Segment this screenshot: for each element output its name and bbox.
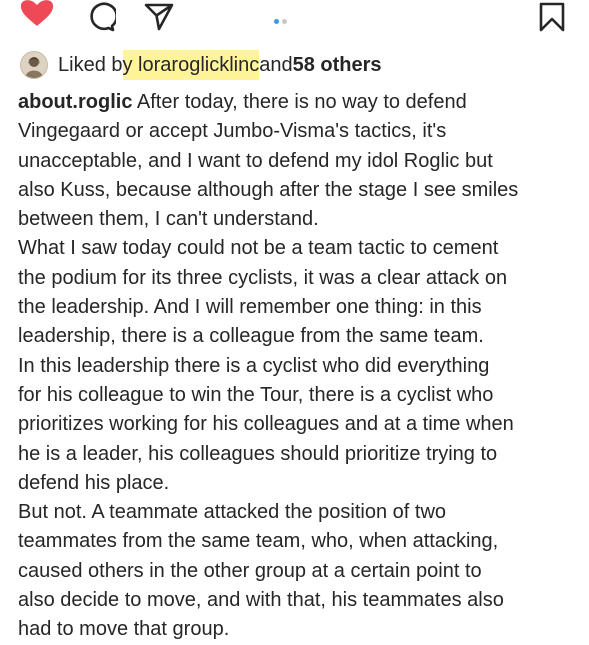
liker-avatar[interactable]	[20, 51, 48, 79]
caption-line: prioritizes working for his colleagues a…	[18, 413, 514, 436]
carousel-dot	[282, 19, 287, 24]
others-count-link[interactable]: 58 others	[293, 50, 382, 80]
post-caption: about.roglic After today, there is no wa…	[18, 88, 583, 645]
bookmark-icon[interactable]	[538, 2, 566, 32]
caption-line: also decide to move, and with that, his …	[18, 589, 504, 612]
caption-line: caused others in the other group at a ce…	[18, 559, 482, 582]
caption-line: he is a leader, his colleagues should pr…	[18, 442, 498, 465]
liker-username[interactable]: y loraroglicklinc	[122, 50, 260, 80]
caption-line: also Kuss, because although after the st…	[18, 178, 519, 201]
caption-text: After today, there is no way to defend	[132, 91, 467, 113]
caption-username[interactable]: about.roglic	[18, 91, 132, 113]
liked-by-joiner: and	[259, 54, 293, 76]
caption-line: the podium for its three cyclists, it wa…	[18, 266, 508, 289]
post-action-bar	[0, 0, 589, 34]
carousel-indicator	[274, 11, 290, 24]
caption-line: Vingegaard or accept Jumbo-Visma's tacti…	[18, 120, 447, 143]
comment-icon[interactable]	[86, 2, 116, 32]
caption-line: In this leadership there is a cyclist wh…	[18, 354, 490, 377]
caption-line: for his colleague to win the Tour, there…	[18, 383, 494, 406]
caption-line: leadership, there is a colleague from th…	[18, 325, 484, 348]
caption-line: defend his place.	[18, 471, 170, 494]
share-icon[interactable]	[144, 3, 174, 31]
caption-line: unacceptable, and I want to defend my id…	[18, 149, 493, 172]
likes-row: Liked by loraroglicklinc and 58 others	[20, 50, 382, 80]
heart-icon[interactable]	[20, 0, 54, 26]
caption-line: But not. A teammate attacked the positio…	[18, 501, 447, 524]
caption-line: had to move that group.	[18, 618, 230, 641]
liked-by-prefix: Liked b	[58, 54, 123, 76]
caption-line: What I saw today could not be a team tac…	[18, 237, 499, 260]
carousel-dot-active	[274, 19, 279, 24]
caption-line: about.roglic After today, there is no wa…	[18, 88, 583, 117]
caption-line: the leadership. And I will remember one …	[18, 296, 482, 319]
caption-line: between them, I can't understand.	[18, 208, 319, 231]
caption-line: teammates from the same team, who, when …	[18, 530, 499, 553]
